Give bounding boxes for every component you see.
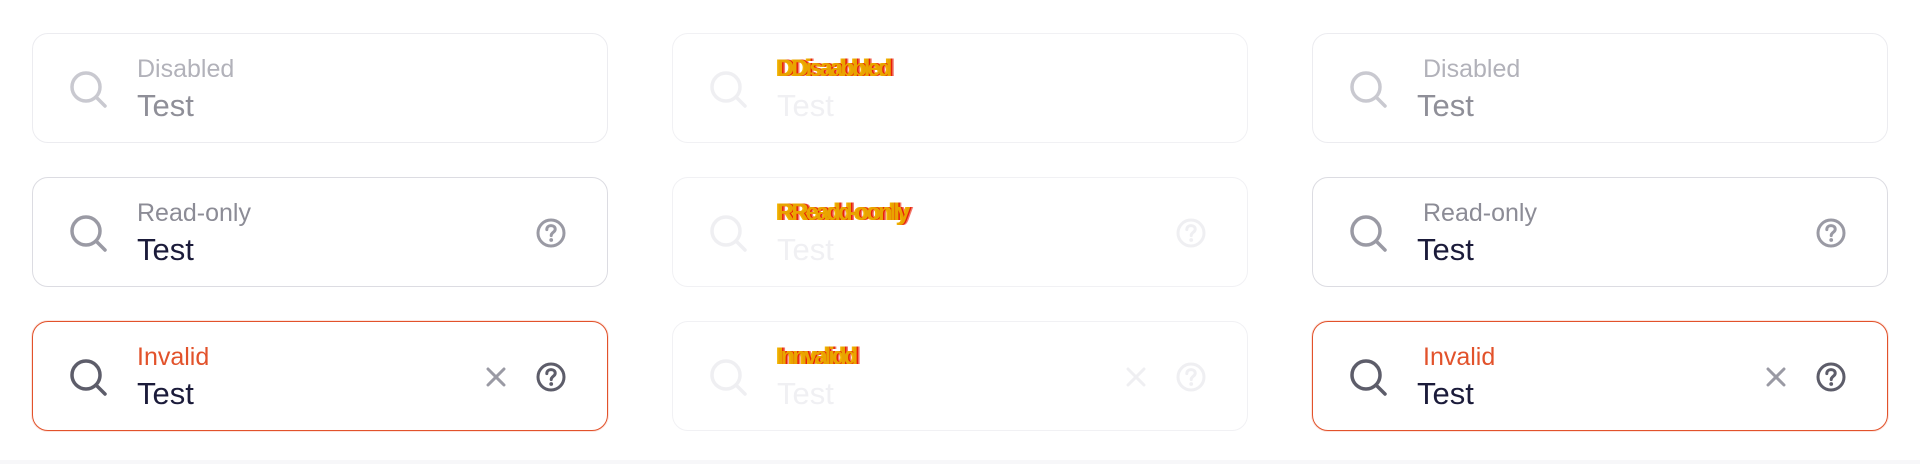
field-label: Invalid	[1423, 343, 1496, 371]
search-field-readonly: RReadd-oonlly Test	[672, 177, 1248, 287]
search-field-states-canvas: Disabled Test Read-only Test Invalid Tes…	[0, 0, 1920, 464]
clear-icon[interactable]	[1763, 364, 1789, 390]
clear-icon	[1126, 367, 1146, 387]
search-field-column-2: DDisaabbled Test RReadd-oonlly Test Innv…	[640, 0, 1280, 464]
bottom-divider	[0, 460, 1920, 464]
field-value: Test	[137, 88, 194, 123]
field-value[interactable]: Test	[137, 232, 194, 268]
field-value: Test	[777, 88, 834, 123]
search-icon	[1350, 215, 1387, 252]
field-value: Test	[777, 376, 834, 411]
field-value[interactable]: Test	[1417, 376, 1474, 412]
field-value: Test	[1417, 88, 1474, 123]
search-field-invalid[interactable]: Invalid Test	[32, 321, 608, 431]
search-icon	[70, 215, 107, 252]
search-icon	[70, 359, 107, 396]
search-field-column-3: Disabled Test Read-only Test Invalid Tes…	[1280, 0, 1920, 464]
field-label: Disabled	[1423, 55, 1521, 83]
field-label: Read-only	[1423, 199, 1537, 227]
clear-icon[interactable]	[483, 364, 509, 390]
search-field-disabled: DDisaabbled Test	[672, 33, 1248, 143]
help-icon[interactable]	[535, 361, 567, 393]
search-icon	[70, 71, 107, 108]
search-field-invalid: Innvalidd Test	[672, 321, 1248, 431]
field-label: Invalid	[137, 343, 210, 371]
help-icon	[1176, 362, 1206, 392]
field-value[interactable]: Test	[1417, 232, 1474, 268]
search-icon	[710, 215, 747, 252]
field-value: Test	[777, 232, 834, 267]
search-icon	[710, 71, 747, 108]
field-label: DDisaabbled	[777, 55, 892, 82]
help-icon[interactable]	[1815, 361, 1847, 393]
field-label: Read-only	[137, 199, 251, 227]
search-field-readonly[interactable]: Read-only Test	[1312, 177, 1888, 287]
help-icon[interactable]	[535, 217, 567, 249]
search-icon	[1350, 71, 1387, 108]
help-icon	[1176, 218, 1206, 248]
search-field-disabled: Disabled Test	[1312, 33, 1888, 143]
field-label: Innvalidd	[777, 343, 858, 370]
field-value[interactable]: Test	[137, 376, 194, 412]
search-icon	[710, 359, 747, 396]
help-icon[interactable]	[1815, 217, 1847, 249]
search-icon	[1350, 359, 1387, 396]
field-label: RReadd-oonlly	[777, 199, 910, 226]
search-field-invalid[interactable]: Invalid Test	[1312, 321, 1888, 431]
search-field-column-1: Disabled Test Read-only Test Invalid Tes…	[0, 0, 640, 464]
search-field-disabled: Disabled Test	[32, 33, 608, 143]
field-label: Disabled	[137, 55, 235, 83]
search-field-readonly[interactable]: Read-only Test	[32, 177, 608, 287]
